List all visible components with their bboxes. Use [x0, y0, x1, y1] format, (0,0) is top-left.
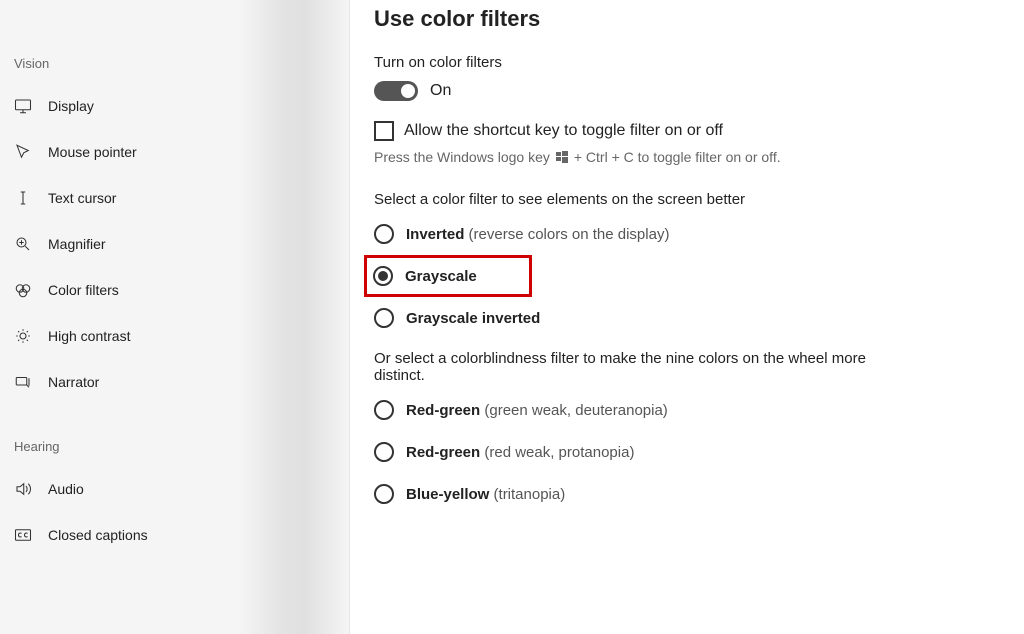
audio-icon: [14, 480, 32, 498]
color-filters-icon: [14, 281, 32, 299]
sidebar: Vision Display Mouse pointer Text cursor…: [0, 0, 350, 634]
sidebar-item-label: High contrast: [48, 328, 130, 344]
radio-grayscale-inverted[interactable]: Grayscale inverted: [374, 308, 984, 328]
radio-inverted[interactable]: Inverted (reverse colors on the display): [374, 224, 984, 244]
page-title: Use color filters: [374, 6, 984, 32]
sidebar-item-narrator[interactable]: Narrator: [0, 359, 349, 405]
sidebar-item-label: Color filters: [48, 282, 119, 298]
sidebar-item-label: Audio: [48, 481, 84, 497]
sidebar-item-text-cursor[interactable]: Text cursor: [0, 175, 349, 221]
sidebar-item-label: Text cursor: [48, 190, 116, 206]
section-header-hearing: Hearing: [0, 433, 349, 466]
radio-button: [374, 442, 394, 462]
narrator-icon: [14, 373, 32, 391]
radio-deuteranopia[interactable]: Red-green (green weak, deuteranopia): [374, 400, 984, 420]
closed-captions-icon: [14, 526, 32, 544]
checkbox-label: Allow the shortcut key to toggle filter …: [404, 122, 723, 140]
radio-button: [374, 224, 394, 244]
sidebar-item-audio[interactable]: Audio: [0, 466, 349, 512]
display-icon: [14, 97, 32, 115]
radio-button: [374, 400, 394, 420]
sidebar-item-label: Magnifier: [48, 236, 106, 252]
radio-button: [374, 484, 394, 504]
sidebar-item-magnifier[interactable]: Magnifier: [0, 221, 349, 267]
radio-button: [374, 308, 394, 328]
radio-tritanopia[interactable]: Blue-yellow (tritanopia): [374, 484, 984, 504]
shortcut-hint: Press the Windows logo key + Ctrl + C to…: [374, 149, 781, 165]
sidebar-item-label: Closed captions: [48, 527, 148, 543]
sidebar-item-color-filters[interactable]: Color filters: [0, 267, 349, 313]
toggle-heading: Turn on color filters: [374, 54, 984, 71]
colorblind-description: Or select a colorblindness filter to mak…: [374, 350, 874, 384]
sidebar-item-display[interactable]: Display: [0, 83, 349, 129]
magnifier-icon: [14, 235, 32, 253]
color-filters-toggle[interactable]: [374, 81, 418, 101]
toggle-state-label: On: [430, 82, 451, 100]
sidebar-item-closed-captions[interactable]: Closed captions: [0, 512, 349, 558]
sidebar-item-high-contrast[interactable]: High contrast: [0, 313, 349, 359]
sidebar-item-label: Mouse pointer: [48, 144, 137, 160]
high-contrast-icon: [14, 327, 32, 345]
main-content: Use color filters Turn on color filters …: [350, 0, 1024, 634]
text-cursor-icon: [14, 189, 32, 207]
windows-key-icon: [554, 151, 570, 163]
radio-protanopia[interactable]: Red-green (red weak, protanopia): [374, 442, 984, 462]
sidebar-item-label: Display: [48, 98, 94, 114]
shortcut-checkbox[interactable]: [374, 121, 394, 141]
mouse-pointer-icon: [14, 143, 32, 161]
radio-button: [373, 266, 393, 286]
sidebar-item-label: Narrator: [48, 374, 99, 390]
sidebar-item-mouse-pointer[interactable]: Mouse pointer: [0, 129, 349, 175]
select-filter-description: Select a color filter to see elements on…: [374, 191, 874, 208]
radio-grayscale[interactable]: Grayscale: [374, 266, 984, 286]
section-header-vision: Vision: [0, 50, 349, 83]
